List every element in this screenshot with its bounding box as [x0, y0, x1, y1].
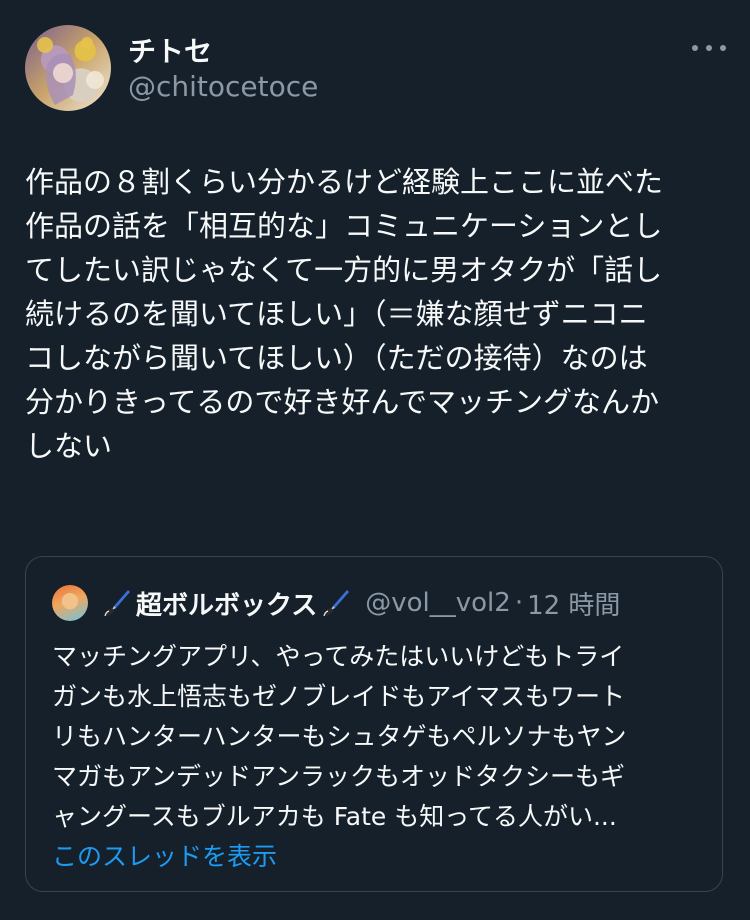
quoted-author-name: 超ボルボックス: [136, 590, 318, 621]
more-options-button[interactable]: [692, 38, 726, 58]
paintbrush-icon: [323, 590, 350, 617]
quoted-tweet-card[interactable]: 超ボルボックス @vol__vol2 · 12 時間 マッチングアプリ、やってみ…: [25, 556, 723, 892]
author-avatar[interactable]: [25, 25, 111, 111]
paintbrush-icon: [104, 590, 130, 617]
more-horizontal-icon-dot: [706, 45, 712, 51]
more-horizontal-icon: [692, 45, 698, 51]
quoted-author-avatar: [52, 585, 88, 621]
author-handle[interactable]: @chitocetoce: [128, 70, 318, 103]
tweet-text: 作品の８割くらい分かるけど経験上ここに並べた 作品の話を「相互的な」コミュニケー…: [25, 165, 664, 463]
header-separator: ·: [514, 588, 524, 618]
more-horizontal-icon-dot: [720, 45, 726, 51]
quoted-author-handle: @vol__vol2: [365, 588, 511, 618]
quoted-tweet-timestamp[interactable]: 12 時間: [527, 585, 620, 622]
quoted-tweet-text: マッチングアプリ、やってみたはいいけどもトライ ガンも水上悟志もゼノブレイドもア…: [52, 642, 627, 831]
show-thread-link[interactable]: このスレッドを表示: [52, 837, 277, 873]
author-display-name[interactable]: チトセ: [128, 30, 212, 70]
avatar-image: [37, 37, 104, 105]
quoted-tweet-header: 超ボルボックス @vol__vol2 · 12 時間: [102, 585, 620, 621]
